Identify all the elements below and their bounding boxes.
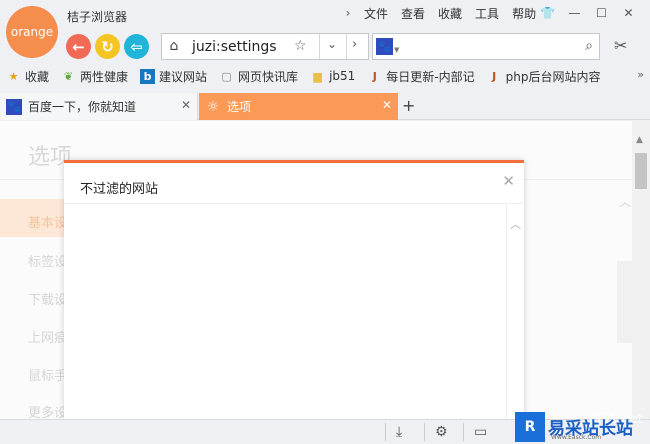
leaf-icon: ❦ xyxy=(63,69,74,83)
go-forward-icon[interactable]: › xyxy=(352,37,357,52)
bing-icon: b xyxy=(140,68,156,84)
watermark-url: Www.Easck.Com xyxy=(551,434,602,441)
divider xyxy=(424,423,425,441)
address-divider xyxy=(346,34,347,59)
minimize-button[interactable]: — xyxy=(561,3,588,23)
divider xyxy=(385,423,386,441)
search-icon[interactable]: ⌕ xyxy=(585,38,593,54)
menu-help[interactable]: 帮助 xyxy=(512,5,536,22)
navigation-bar: ← ↻ ⇦ ⌂ juzi:settings ☆ ⌄ › 🐾 ▼ ⌕ xyxy=(0,30,650,62)
sidebar-item-basic[interactable]: 基本设 xyxy=(28,212,67,231)
tab-baidu[interactable]: 🐾 百度一下，你就知道 ✕ xyxy=(0,93,198,120)
window-controls: 👕 — ☐ ✕ xyxy=(534,3,642,23)
back-button[interactable]: ← xyxy=(66,34,91,59)
sidebar-item-history[interactable]: 上网痕 xyxy=(28,327,67,346)
close-tab-icon[interactable]: ✕ xyxy=(181,98,191,112)
tab-label: 选项 xyxy=(227,100,252,114)
scroll-up-icon[interactable]: ︿ xyxy=(510,216,521,232)
menu-view[interactable]: 查看 xyxy=(401,5,425,22)
home-button[interactable]: ⇦ xyxy=(124,34,149,59)
bookmark-daily[interactable]: J 每日更新-内部记 xyxy=(367,68,475,85)
close-window-button[interactable]: ✕ xyxy=(615,3,642,23)
baidu-icon: 🐾 xyxy=(6,98,22,115)
jb-icon: J xyxy=(372,69,377,83)
dialog-scrollbar[interactable]: ︿ xyxy=(506,204,524,423)
bookmark-label: 两性健康 xyxy=(80,69,129,84)
address-divider xyxy=(319,34,320,59)
download-icon[interactable]: ⤓ xyxy=(396,424,402,440)
folder-icon: ▆ xyxy=(313,69,322,83)
app-logo[interactable]: orange xyxy=(6,6,58,58)
star-icon[interactable]: ☆ xyxy=(294,38,307,54)
watermark-logo-icon: R xyxy=(515,412,545,442)
bookmark-favorites[interactable]: ★ 收藏 xyxy=(6,68,49,85)
bookmark-label: 网页快讯库 xyxy=(238,69,299,84)
star-icon: ★ xyxy=(8,69,19,83)
menu-file[interactable]: 文件 xyxy=(364,5,388,22)
maximize-button[interactable]: ☐ xyxy=(588,3,615,23)
title-bar: 桔子浏览器 › 文件 查看 收藏 工具 帮助 👕 — ☐ ✕ xyxy=(0,0,650,28)
refresh-button[interactable]: ↻ xyxy=(95,34,120,59)
sidebar-item-mouse[interactable]: 鼠标手 xyxy=(28,365,67,384)
menu-favorites[interactable]: 收藏 xyxy=(438,5,462,22)
close-icon[interactable]: ✕ xyxy=(502,172,515,190)
bookmark-webslice[interactable]: ▢ 网页快讯库 xyxy=(219,68,298,85)
baidu-engine-icon[interactable]: 🐾 xyxy=(376,38,393,55)
gear-icon: ☼ xyxy=(206,98,220,115)
new-tab-button[interactable]: + xyxy=(402,96,415,115)
tab-label: 百度一下，你就知道 xyxy=(28,100,137,114)
bookmark-jb51[interactable]: ▆ jb51 xyxy=(310,69,355,84)
sidebar-item-tabs[interactable]: 标签设 xyxy=(28,251,67,270)
bookmarks-more-icon[interactable]: » xyxy=(637,68,644,81)
dialog-title: 不过滤的网站 xyxy=(80,182,159,197)
scissors-icon[interactable]: ✂ xyxy=(614,36,627,55)
home-icon[interactable]: ⌂ xyxy=(165,38,183,56)
app-title: 桔子浏览器 xyxy=(67,10,128,24)
url-text[interactable]: juzi:settings xyxy=(192,39,277,55)
watermark: jb51.net R 易采站长站 Www.Easck.Com xyxy=(515,412,650,444)
bookmark-php[interactable]: J php后台网站内容 xyxy=(487,68,601,85)
bookmark-suggested[interactable]: b 建议网站 xyxy=(140,68,207,85)
bookmarks-bar: ★ 收藏 ❦ 两性健康 b 建议网站 ▢ 网页快讯库 ▆ jb51 J 每日更新… xyxy=(0,64,650,88)
bookmark-label: jb51 xyxy=(329,69,356,83)
gear-icon[interactable]: ⚙ xyxy=(435,424,448,440)
bookmark-label: 收藏 xyxy=(25,69,50,84)
bookmark-health[interactable]: ❦ 两性健康 xyxy=(61,68,128,85)
menu-tools[interactable]: 工具 xyxy=(475,5,499,22)
window-icon[interactable]: ▭ xyxy=(474,424,487,440)
page-icon: ▢ xyxy=(221,69,232,83)
chevron-down-icon[interactable]: ⌄ xyxy=(327,37,337,51)
bookmark-label: php后台网站内容 xyxy=(505,69,601,84)
sidebar-item-more[interactable]: 更多设 xyxy=(28,402,67,419)
scroll-up-arrow-icon[interactable]: ▲ xyxy=(636,135,643,145)
skin-icon[interactable]: 👕 xyxy=(534,3,561,23)
panel-scroll-track xyxy=(617,261,632,343)
scroll-up-icon[interactable]: ︿ xyxy=(619,193,631,210)
jb-icon: J xyxy=(492,69,497,83)
scrollbar-thumb[interactable] xyxy=(635,153,647,189)
bookmark-label: 建议网站 xyxy=(159,69,208,84)
sidebar-item-download[interactable]: 下载设 xyxy=(28,289,67,308)
tab-options[interactable]: ☼ 选项 ✕ xyxy=(199,93,398,120)
close-tab-icon[interactable]: ✕ xyxy=(382,98,392,112)
tab-bar: 🐾 百度一下，你就知道 ✕ ☼ 选项 ✕ + xyxy=(0,93,650,120)
search-box[interactable]: 🐾 ▼ ⌕ xyxy=(372,33,600,60)
whitelist-dialog: 不过滤的网站 ✕ ︿ xyxy=(64,160,524,423)
bookmark-label: 每日更新-内部记 xyxy=(386,69,475,84)
page-scrollbar[interactable]: ▲ xyxy=(632,121,650,419)
divider xyxy=(64,203,524,204)
menu-bar: › 文件 查看 收藏 工具 帮助 xyxy=(340,3,541,23)
divider xyxy=(463,423,464,441)
address-bar[interactable]: ⌂ juzi:settings ☆ ⌄ › xyxy=(161,33,369,60)
menu-expand-icon[interactable]: › xyxy=(340,6,356,20)
engine-dropdown-icon[interactable]: ▼ xyxy=(394,46,399,54)
